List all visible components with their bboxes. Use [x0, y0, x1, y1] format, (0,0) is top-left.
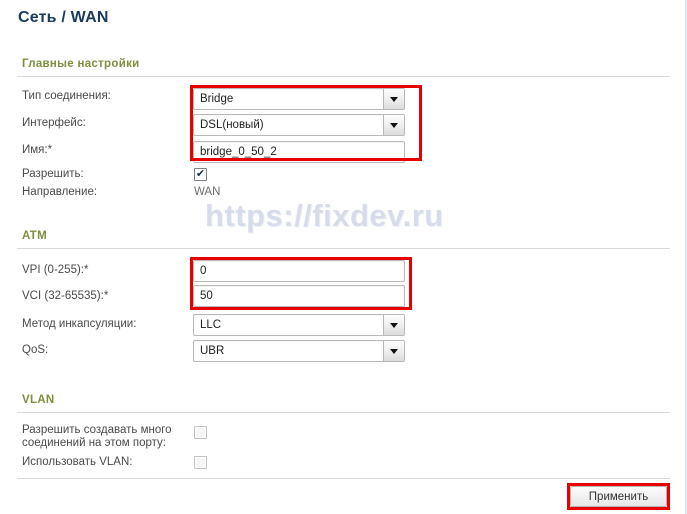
chevron-down-icon[interactable] [383, 315, 404, 335]
footer-divider [17, 478, 670, 479]
label-direction: Направление: [22, 186, 98, 198]
connection-type-value: Bridge [200, 93, 234, 105]
label-vci: VCI (32-65535):* [22, 290, 109, 302]
qos-value: UBR [200, 345, 225, 357]
qos-select[interactable]: UBR [193, 340, 405, 362]
label-use-vlan: Использовать VLAN: [22, 456, 133, 468]
section-header-atm: ATM [22, 230, 47, 242]
allow-multiple-connections-checkbox[interactable] [194, 426, 207, 439]
label-name: Имя:* [22, 144, 53, 156]
section-divider-atm [17, 248, 670, 249]
connection-type-select[interactable]: Bridge [193, 88, 405, 110]
wan-settings-page: https://fixdev.ru Сеть / WAN Главные нас… [0, 0, 687, 514]
interface-value: DSL(новый) [200, 119, 264, 131]
checkmark-icon: ✔ [195, 168, 206, 180]
page-title: Сеть / WAN [18, 9, 109, 26]
label-encapsulation-method: Метод инкапсуляции: [22, 318, 137, 330]
label-connection-type: Тип соединения: [22, 90, 111, 102]
interface-select[interactable]: DSL(новый) [193, 114, 405, 136]
label-enable: Разрешить: [22, 168, 84, 180]
label-interface: Интерфейс: [22, 117, 86, 129]
enable-checkbox[interactable]: ✔ [194, 168, 207, 181]
chevron-down-icon[interactable] [383, 341, 404, 361]
section-divider-vlan [17, 412, 670, 413]
section-header-vlan: VLAN [22, 394, 55, 406]
direction-value: WAN [194, 186, 221, 198]
label-vpi: VPI (0-255):* [22, 264, 89, 276]
label-qos: QoS: [22, 344, 49, 356]
vpi-input[interactable]: 0 [193, 260, 405, 282]
section-header-main: Главные настройки [22, 58, 140, 70]
use-vlan-checkbox[interactable] [194, 456, 207, 469]
encapsulation-method-select[interactable]: LLC [193, 314, 405, 336]
section-divider-main [17, 76, 670, 77]
encapsulation-method-value: LLC [200, 319, 222, 331]
chevron-down-icon[interactable] [383, 115, 404, 135]
name-input[interactable]: bridge_0_50_2 [193, 141, 405, 163]
apply-button[interactable]: Применить [570, 486, 667, 507]
vci-input[interactable]: 50 [193, 285, 405, 307]
chevron-down-icon[interactable] [383, 89, 404, 109]
label-allow-multiple-connections: Разрешить создавать много соединений на … [22, 424, 172, 449]
watermark: https://fixdev.ru [205, 198, 444, 233]
